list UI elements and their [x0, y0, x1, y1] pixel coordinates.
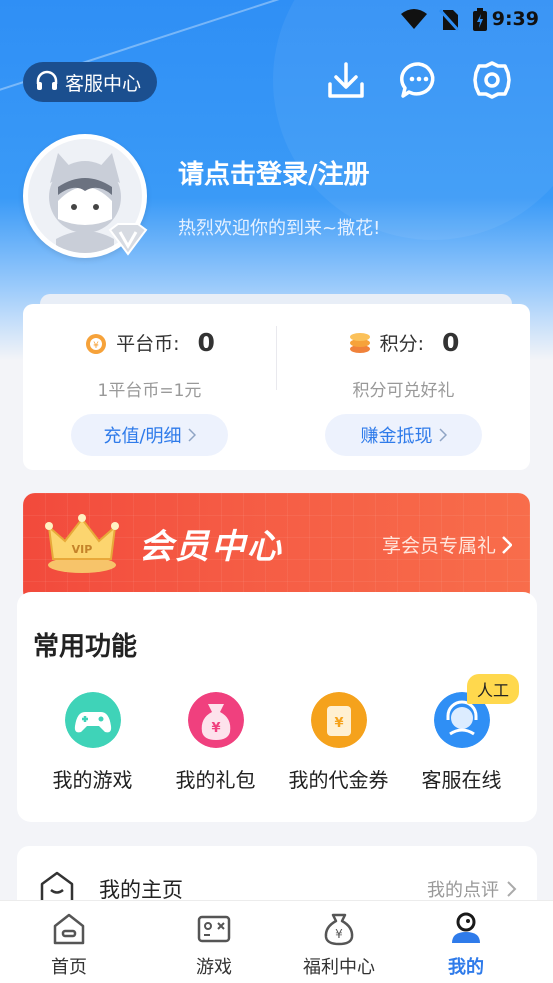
- online-support-item[interactable]: 客服在线: [399, 692, 524, 802]
- human-service-badge: 人工: [467, 674, 520, 704]
- vip-title: 会员中心: [139, 527, 283, 567]
- message-icon[interactable]: [399, 60, 439, 100]
- chevron-right-icon: [507, 881, 517, 897]
- tab-home-label: 首页: [51, 957, 87, 978]
- chevron-right-icon: [188, 428, 196, 442]
- headset-icon: [36, 70, 58, 90]
- svg-text:VIP: VIP: [72, 543, 93, 556]
- settings-gear-icon[interactable]: [472, 60, 512, 100]
- gamepad-icon: [65, 692, 121, 748]
- gift-bag-icon: ¥: [188, 692, 244, 748]
- my-vouchers-item[interactable]: ¥ 我的代金券: [276, 692, 401, 802]
- my-vouchers-label: 我的代金券: [288, 768, 389, 792]
- battery-icon: [473, 8, 487, 31]
- platform-coin-title: ¥ 平台币: 0: [23, 328, 276, 357]
- online-support-label: 客服在线: [421, 768, 502, 792]
- common-functions-card: 常用功能 我的游戏 ¥ 我的礼包 ¥ 我的代金券 客服在线 人工: [17, 592, 537, 822]
- redeem-button-label: 赚金抵现: [360, 426, 433, 447]
- recharge-button[interactable]: 充值/明细: [71, 414, 228, 456]
- my-reviews-label: 我的点评: [427, 880, 499, 901]
- platform-coin-section: ¥ 平台币: 0 1平台币=1元 充值/明细: [23, 304, 276, 470]
- coin-bag-icon: ¥: [86, 333, 107, 354]
- points-section: 积分: 0 积分可兑好礼 赚金抵现: [277, 304, 530, 470]
- coin-stack-icon: [349, 332, 370, 353]
- vip-subtitle-label: 享会员专属礼: [381, 535, 496, 557]
- my-reviews-link[interactable]: 我的点评: [427, 876, 517, 902]
- status-time: 9:39: [491, 8, 539, 30]
- home-icon: [53, 913, 85, 945]
- redeem-button[interactable]: 赚金抵现: [325, 414, 482, 456]
- my-gifts-label: 我的礼包: [175, 768, 256, 792]
- customer-service-button[interactable]: 客服中心: [23, 62, 158, 102]
- tab-games-label: 游戏: [196, 957, 232, 978]
- tab-home[interactable]: 首页: [0, 901, 138, 983]
- common-functions-heading: 常用功能: [33, 632, 138, 662]
- chevron-right-icon: [502, 535, 512, 554]
- platform-coin-value: 0: [197, 328, 215, 357]
- my-games-item[interactable]: 我的游戏: [30, 692, 155, 802]
- my-games-label: 我的游戏: [52, 768, 133, 792]
- no-sim-icon: [438, 8, 460, 32]
- money-bag-icon: ¥: [324, 913, 354, 946]
- tab-mine[interactable]: 我的: [397, 901, 535, 983]
- bottom-tab-bar: 首页 游戏 ¥ 福利中心 我的: [0, 900, 553, 983]
- svg-text:¥: ¥: [211, 721, 220, 736]
- status-bar: 9:39: [0, 0, 553, 38]
- game-controller-icon: [197, 915, 231, 943]
- vip-subtitle: 享会员专属礼: [382, 531, 512, 558]
- svg-text:¥: ¥: [334, 716, 343, 731]
- wallet-card: ¥ 平台币: 0 1平台币=1元 充值/明细 积分: 0 积分可兑好礼 赚金抵现: [23, 304, 530, 470]
- points-label: 积分:: [379, 333, 424, 355]
- tab-welfare-label: 福利中心: [303, 957, 375, 978]
- vip-level-badge-icon: [108, 223, 148, 256]
- svg-text:¥: ¥: [93, 341, 99, 351]
- welcome-text: 热烈欢迎你的到来~撒花!: [178, 218, 381, 239]
- tab-mine-label: 我的: [448, 957, 484, 978]
- download-icon[interactable]: [326, 60, 366, 100]
- crown-icon: VIP: [45, 514, 119, 573]
- my-gifts-item[interactable]: ¥ 我的礼包: [153, 692, 278, 802]
- platform-coin-rate: 1平台币=1元: [97, 381, 202, 401]
- voucher-icon: ¥: [311, 692, 367, 748]
- tab-welfare[interactable]: ¥ 福利中心: [270, 901, 408, 983]
- platform-coin-label: 平台币:: [116, 333, 180, 355]
- home-face-icon: [40, 871, 74, 904]
- chevron-right-icon: [438, 428, 447, 442]
- tab-games[interactable]: 游戏: [145, 901, 283, 983]
- points-note: 积分可兑好礼: [352, 381, 455, 401]
- svg-text:¥: ¥: [335, 927, 343, 941]
- points-title: 积分: 0: [277, 328, 530, 357]
- user-icon: [452, 912, 480, 943]
- customer-service-label: 客服中心: [65, 72, 142, 95]
- login-register-link[interactable]: 请点击登录/注册: [178, 154, 370, 191]
- vip-center-banner[interactable]: VIP 会员中心 享会员专属礼: [23, 493, 530, 603]
- wifi-icon: [401, 9, 427, 29]
- points-value: 0: [442, 328, 460, 357]
- recharge-button-label: 充值/明细: [103, 426, 182, 447]
